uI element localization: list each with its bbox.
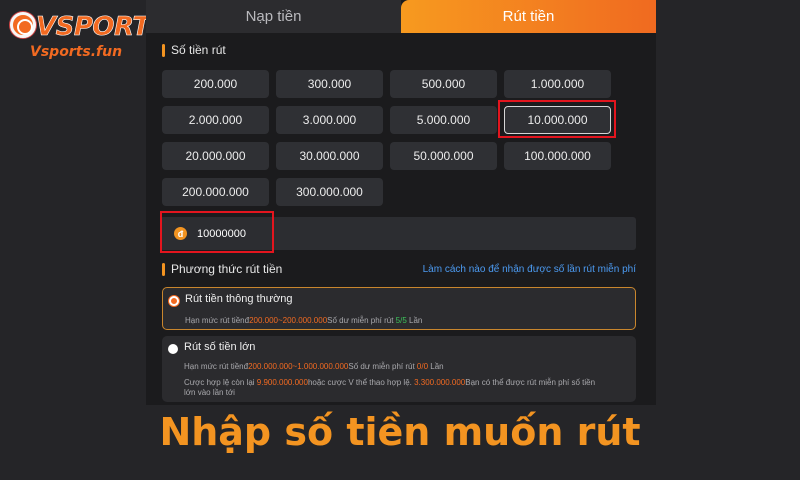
brand-logo: VSPORT Vsports.fun — [6, 8, 150, 63]
method-large-withdraw[interactable]: Rút số tiền lớn Hạn mức rút tiềnđ200.000… — [162, 336, 636, 402]
amount-option[interactable]: 200.000 — [162, 70, 269, 98]
amount-option[interactable]: 5.000.000 — [390, 106, 497, 134]
logo-site-name: Vsports.fun — [30, 44, 123, 60]
method-limit-text: Hạn mức rút tiềnđ200.000.000~1.000.000.0… — [184, 362, 444, 371]
amount-section-title: Số tiền rút — [162, 43, 226, 57]
amount-option[interactable]: 300.000 — [276, 70, 383, 98]
tab-deposit[interactable]: Nạp tiền — [146, 0, 401, 33]
amount-option[interactable]: 500.000 — [390, 70, 497, 98]
tab-bar: Nạp tiền Rút tiền — [146, 0, 656, 33]
amount-option[interactable]: 30.000.000 — [276, 142, 383, 170]
method-normal-withdraw[interactable]: Rút tiền thông thường Hạn mức rút tiềnđ2… — [162, 287, 636, 330]
amount-option[interactable]: 2.000.000 — [162, 106, 269, 134]
method-section-label: Phương thức rút tiền — [171, 262, 283, 276]
amount-option-selected[interactable]: 10.000.000 — [504, 106, 611, 134]
method-note-text-cont: lớn vào lần tới — [184, 388, 235, 397]
method-section-title: Phương thức rút tiền — [162, 262, 282, 276]
amount-option[interactable]: 300.000.000 — [276, 178, 383, 206]
section-marker — [162, 262, 165, 276]
section-marker — [162, 43, 165, 57]
amount-option[interactable]: 1.000.000 — [504, 70, 611, 98]
radio-selected-icon[interactable] — [169, 296, 179, 306]
amount-input-row: đ — [160, 217, 636, 250]
radio-unselected-icon[interactable] — [168, 344, 178, 354]
method-title: Rút tiền thông thường — [185, 293, 293, 305]
withdraw-panel: Nạp tiền Rút tiền Số tiền rút 200.000 30… — [146, 0, 656, 405]
method-limit-text: Hạn mức rút tiềnđ200.000~200.000.000Số d… — [185, 316, 423, 325]
logo-wordmark: VSPORT — [36, 12, 151, 43]
amount-option[interactable]: 200.000.000 — [162, 178, 269, 206]
amount-input[interactable] — [197, 227, 317, 240]
soccer-ball-icon — [10, 12, 36, 38]
method-note-text: Cược hợp lệ còn lại 9.900.000.000hoặc cư… — [184, 378, 596, 387]
amount-section-label: Số tiền rút — [171, 43, 226, 57]
free-withdraw-help-link[interactable]: Làm cách nào để nhận được số lần rút miễ… — [423, 264, 636, 275]
amount-option[interactable]: 50.000.000 — [390, 142, 497, 170]
tutorial-caption: Nhập số tiền muốn rút — [159, 410, 641, 454]
dong-coin-icon: đ — [174, 227, 187, 240]
method-title: Rút số tiền lớn — [184, 341, 256, 353]
amount-option[interactable]: 100.000.000 — [504, 142, 611, 170]
amount-option[interactable]: 20.000.000 — [162, 142, 269, 170]
amount-option[interactable]: 3.000.000 — [276, 106, 383, 134]
tab-withdraw[interactable]: Rút tiền — [401, 0, 656, 33]
